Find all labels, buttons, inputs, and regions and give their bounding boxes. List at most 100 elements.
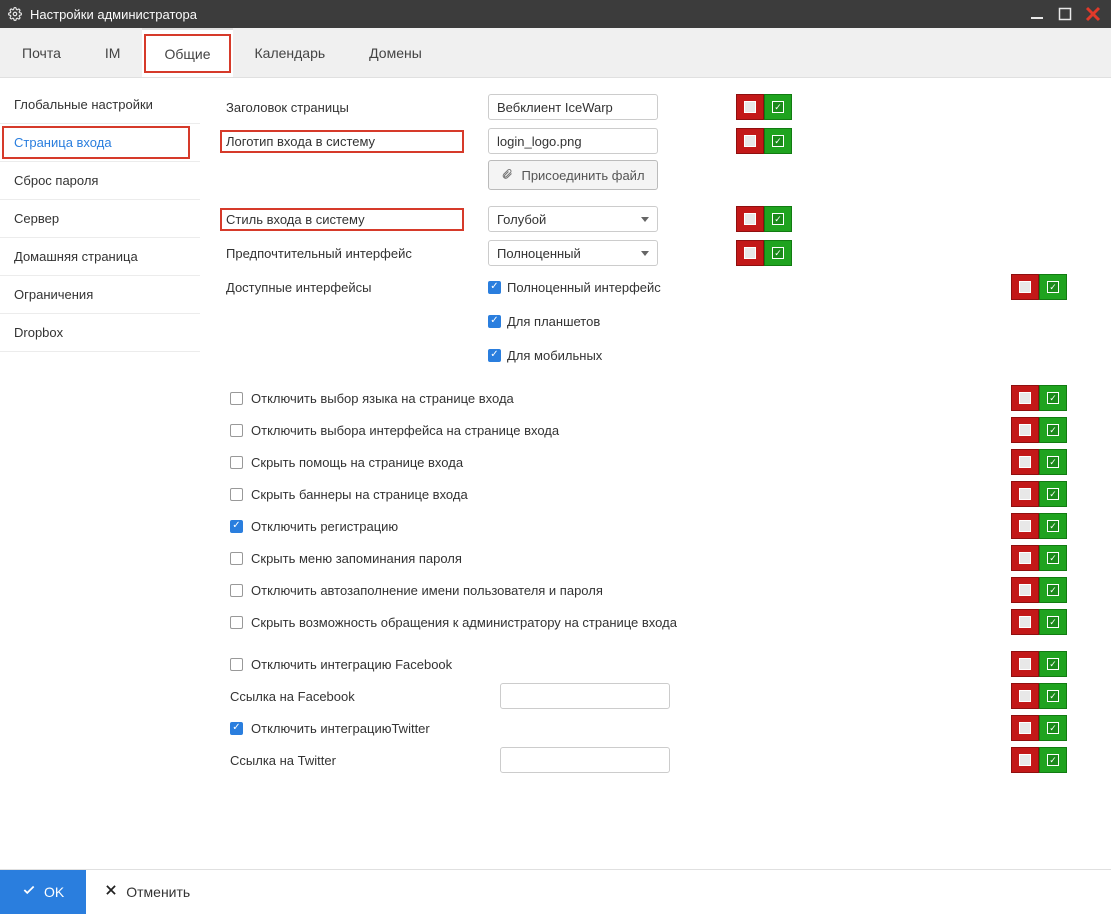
opt-disable-facebook-label: Отключить интеграцию Facebook [251, 657, 452, 672]
state-off[interactable] [1011, 577, 1039, 603]
pref-interface-label: Предпочтительный интерфейс [220, 242, 480, 265]
state-on[interactable]: ✓ [1039, 747, 1067, 773]
state-on[interactable]: ✓ [1039, 651, 1067, 677]
opt-disable-twitter-checkbox[interactable] [230, 722, 243, 735]
state-off[interactable] [1011, 513, 1039, 539]
tab-calendar[interactable]: Календарь [233, 28, 348, 77]
state-off[interactable] [736, 94, 764, 120]
sidebar-item-global[interactable]: Глобальные настройки [0, 86, 200, 124]
sidebar-item-dropbox[interactable]: Dropbox [0, 314, 200, 352]
state-on[interactable]: ✓ [1039, 449, 1067, 475]
state-on[interactable]: ✓ [1039, 609, 1067, 635]
iface-mobile-label: Для мобильных [507, 348, 602, 363]
opt-hide-help-label: Скрыть помощь на странице входа [251, 455, 463, 470]
close-button[interactable] [1083, 4, 1103, 24]
state-off[interactable] [1011, 683, 1039, 709]
opt-hide-admin-checkbox[interactable] [230, 616, 243, 629]
opt-hide-help-checkbox[interactable] [230, 456, 243, 469]
state-on[interactable]: ✓ [1039, 545, 1067, 571]
opt-disable-iface-checkbox[interactable] [230, 424, 243, 437]
sidebar-item-limits[interactable]: Ограничения [0, 276, 200, 314]
chevron-down-icon [641, 251, 649, 256]
state-off[interactable] [736, 206, 764, 232]
opt-hide-banners-label: Скрыть баннеры на странице входа [251, 487, 468, 502]
state-on[interactable]: ✓ [1039, 513, 1067, 539]
attach-file-button[interactable]: Присоединить файл [488, 160, 658, 190]
iface-full-checkbox[interactable] [488, 281, 501, 294]
sidebar-item-login-page[interactable]: Страница входа [0, 124, 200, 162]
tab-domains[interactable]: Домены [347, 28, 444, 77]
state-off[interactable] [1011, 609, 1039, 635]
tab-mail[interactable]: Почта [0, 28, 83, 77]
twitter-link-input[interactable] [500, 747, 670, 773]
opt-disable-autofill-checkbox[interactable] [230, 584, 243, 597]
state-on[interactable]: ✓ [1039, 481, 1067, 507]
opt-disable-twitter-label: Отключить интеграциюTwitter [251, 721, 430, 736]
state-off[interactable] [1011, 651, 1039, 677]
state-on[interactable]: ✓ [764, 128, 792, 154]
window-title: Настройки администратора [30, 7, 1019, 22]
state-on[interactable]: ✓ [764, 240, 792, 266]
state-off[interactable] [1011, 417, 1039, 443]
opt-disable-lang-label: Отключить выбор языка на странице входа [251, 391, 514, 406]
opt-disable-iface-label: Отключить выбора интерфейса на странице … [251, 423, 559, 438]
sidebar-item-home[interactable]: Домашняя страница [0, 238, 200, 276]
titlebar: Настройки администратора [0, 0, 1111, 28]
footer: OK Отменить [0, 869, 1111, 913]
opt-disable-autofill-label: Отключить автозаполнение имени пользоват… [251, 583, 603, 598]
login-style-select[interactable]: Голубой [488, 206, 658, 232]
state-on[interactable]: ✓ [1039, 274, 1067, 300]
page-title-label: Заголовок страницы [220, 96, 480, 119]
paperclip-icon [501, 167, 513, 184]
gear-icon [8, 7, 22, 21]
state-on[interactable]: ✓ [764, 206, 792, 232]
state-on[interactable]: ✓ [1039, 385, 1067, 411]
iface-tablet-label: Для планшетов [507, 314, 600, 329]
pref-interface-select[interactable]: Полноценный [488, 240, 658, 266]
minimize-button[interactable] [1027, 4, 1047, 24]
maximize-button[interactable] [1055, 4, 1075, 24]
ok-button[interactable]: OK [0, 870, 86, 914]
opt-hide-remember-checkbox[interactable] [230, 552, 243, 565]
avail-interfaces-label: Доступные интерфейсы [220, 276, 480, 299]
chevron-down-icon [641, 217, 649, 222]
opt-disable-facebook-checkbox[interactable] [230, 658, 243, 671]
close-icon [104, 883, 118, 900]
state-on[interactable]: ✓ [1039, 577, 1067, 603]
state-off[interactable] [736, 128, 764, 154]
opt-disable-lang-checkbox[interactable] [230, 392, 243, 405]
content: Заголовок страницы ✓ Логотип входа в сис… [200, 78, 1111, 869]
tabs: Почта IM Общие Календарь Домены [0, 28, 1111, 78]
page-title-input[interactable] [488, 94, 658, 120]
state-on[interactable]: ✓ [1039, 715, 1067, 741]
iface-tablet-checkbox[interactable] [488, 315, 501, 328]
login-logo-input[interactable] [488, 128, 658, 154]
facebook-link-label: Ссылка на Facebook [230, 685, 500, 708]
login-style-label: Стиль входа в систему [220, 208, 480, 231]
tab-general[interactable]: Общие [142, 28, 232, 77]
state-off[interactable] [1011, 449, 1039, 475]
state-on[interactable]: ✓ [764, 94, 792, 120]
opt-hide-banners-checkbox[interactable] [230, 488, 243, 501]
state-on[interactable]: ✓ [1039, 683, 1067, 709]
state-off[interactable] [736, 240, 764, 266]
state-off[interactable] [1011, 747, 1039, 773]
state-off[interactable] [1011, 545, 1039, 571]
facebook-link-input[interactable] [500, 683, 670, 709]
opt-hide-admin-label: Скрыть возможность обращения к администр… [251, 615, 677, 630]
login-logo-label: Логотип входа в систему [220, 130, 480, 153]
iface-mobile-checkbox[interactable] [488, 349, 501, 362]
sidebar-item-server[interactable]: Сервер [0, 200, 200, 238]
state-off[interactable] [1011, 715, 1039, 741]
opt-disable-register-checkbox[interactable] [230, 520, 243, 533]
twitter-link-label: Ссылка на Twitter [230, 749, 500, 772]
state-on[interactable]: ✓ [1039, 417, 1067, 443]
state-off[interactable] [1011, 385, 1039, 411]
tab-im[interactable]: IM [83, 28, 143, 77]
sidebar-item-reset[interactable]: Сброс пароля [0, 162, 200, 200]
iface-full-label: Полноценный интерфейс [507, 280, 661, 295]
state-off[interactable] [1011, 274, 1039, 300]
state-off[interactable] [1011, 481, 1039, 507]
cancel-button[interactable]: Отменить [86, 870, 208, 914]
opt-hide-remember-label: Скрыть меню запоминания пароля [251, 551, 462, 566]
